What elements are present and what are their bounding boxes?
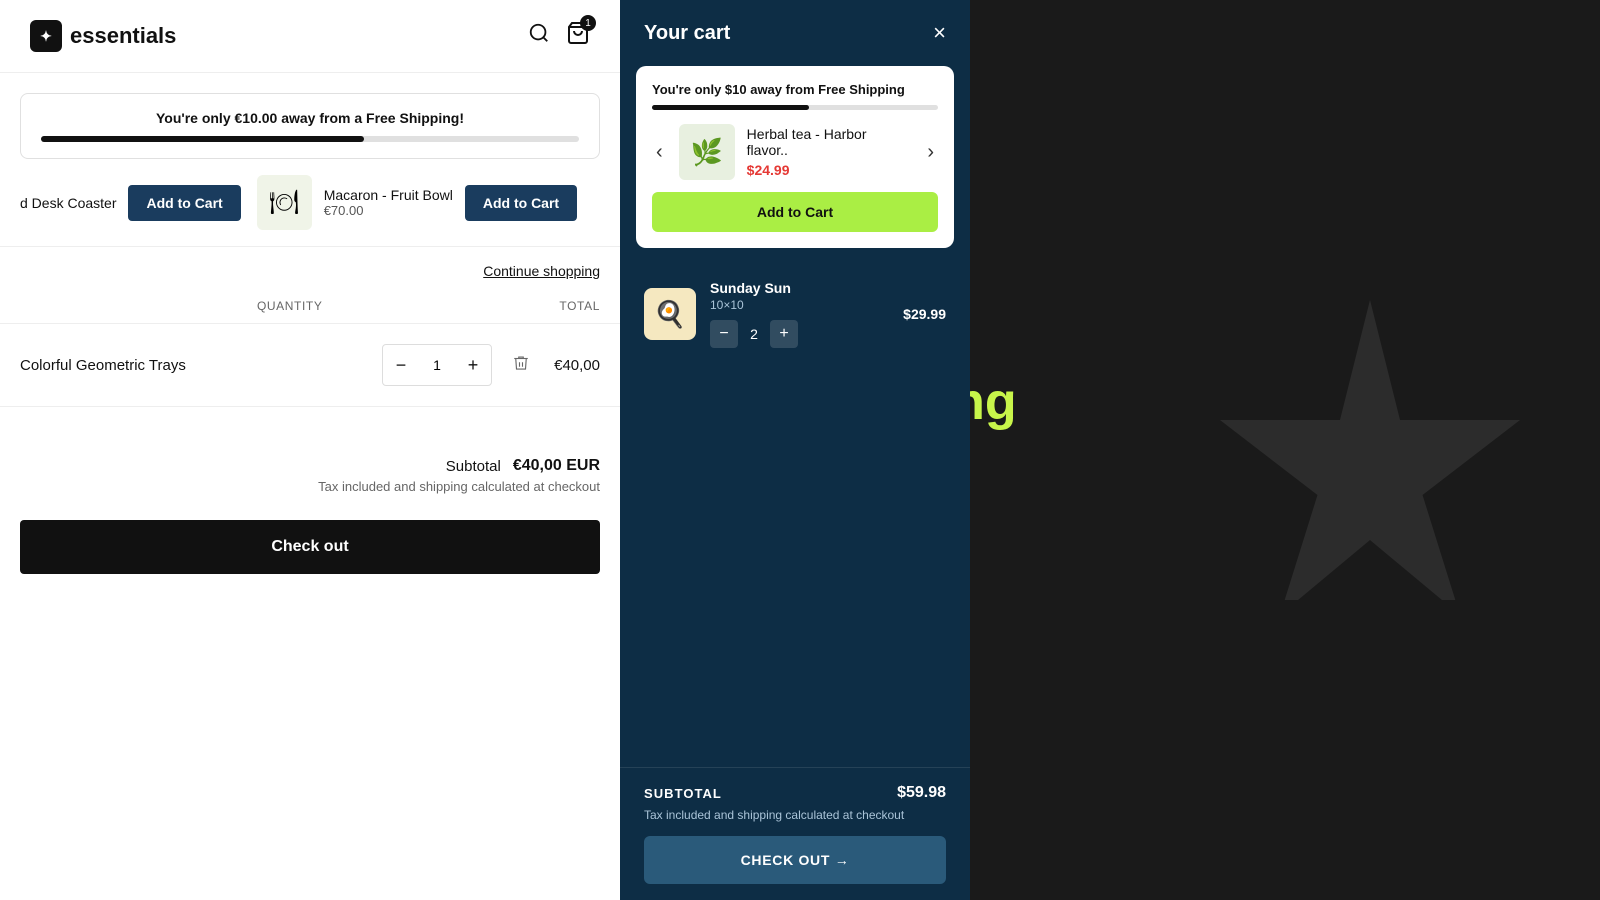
- drawer-item-variant: 10×10: [710, 298, 889, 312]
- continue-shopping-link[interactable]: Continue shopping: [483, 263, 600, 279]
- cart-button[interactable]: 1: [566, 21, 590, 51]
- shipping-progress-fill: [41, 136, 364, 142]
- store-header: ✦ essentials 1: [0, 0, 620, 73]
- cart-drawer-title: Your cart: [644, 22, 730, 45]
- checkout-button[interactable]: Check out: [20, 520, 600, 574]
- drawer-item-price: $29.99: [903, 306, 946, 322]
- cart-item-row: Colorful Geometric Trays − 1 + €40,00: [0, 324, 620, 407]
- qty-increase-btn[interactable]: +: [455, 345, 491, 385]
- drawer-subtotal-value: $59.98: [897, 784, 946, 802]
- drawer-qty-controls: − 2 +: [710, 320, 889, 348]
- free-shipping-text: You're only €10.00 away from a Free Ship…: [41, 110, 579, 126]
- cart-drawer: Your cart × You're only $10 away from Fr…: [620, 0, 970, 900]
- promo-bg-shape: [1220, 300, 1520, 600]
- cart-close-button[interactable]: ×: [933, 20, 946, 46]
- drawer-upsell-card: You're only $10 away from Free Shipping …: [636, 66, 954, 248]
- drawer-subtotal-row: SUBTOTAL $59.98: [644, 784, 946, 802]
- upsell-prev-btn[interactable]: ‹: [652, 137, 667, 168]
- drawer-shipping-text: You're only $10 away from Free Shipping: [652, 82, 938, 97]
- drawer-footer: SUBTOTAL $59.98 Tax included and shippin…: [620, 767, 970, 900]
- qty-controls: − 1 +: [382, 344, 492, 386]
- drawer-item-img: 🍳: [644, 288, 696, 340]
- upsell-item-2-price: €70.00: [324, 203, 453, 218]
- cart-item-total: €40,00: [530, 357, 600, 374]
- subtotal-label: Subtotal: [446, 458, 501, 475]
- total-header: TOTAL: [559, 299, 600, 313]
- delete-item-btn[interactable]: [512, 354, 530, 377]
- upsell-item-2: 🍽 Macaron - Fruit Bowl €70.00 Add to Car…: [257, 175, 577, 230]
- qty-decrease-btn[interactable]: −: [383, 345, 419, 385]
- drawer-checkout-button[interactable]: CHECK OUT →: [644, 836, 946, 884]
- drawer-qty-decrease[interactable]: −: [710, 320, 738, 348]
- search-button[interactable]: [528, 22, 550, 50]
- drawer-upsell-product: ‹ 🌿 Herbal tea - Harbor flavor.. $24.99 …: [652, 124, 938, 180]
- drawer-tax-note: Tax included and shipping calculated at …: [644, 808, 946, 822]
- drawer-qty-increase[interactable]: +: [770, 320, 798, 348]
- drawer-product-name: Herbal tea - Harbor flavor..: [747, 126, 912, 158]
- upsell-add-to-cart-2[interactable]: Add to Cart: [465, 185, 577, 221]
- continue-shopping-section: Continue shopping: [0, 246, 620, 289]
- drawer-progress-fill: [652, 105, 809, 110]
- store-logo: ✦ essentials: [30, 20, 176, 52]
- cart-table-header: QUANTITY TOTAL: [0, 289, 620, 324]
- upsell-next-btn[interactable]: ›: [923, 137, 938, 168]
- subtotal-row: Subtotal €40,00 EUR: [0, 437, 620, 479]
- shipping-progress-bar: [41, 136, 579, 142]
- drawer-item-name: Sunday Sun: [710, 280, 889, 296]
- drawer-qty-val: 2: [746, 326, 762, 342]
- qty-value: 1: [419, 357, 455, 373]
- header-icons: 1: [528, 21, 590, 51]
- upsell-item-1: d Desk Coaster Add to Cart: [20, 185, 241, 221]
- cart-count-badge: 1: [580, 15, 596, 31]
- logo-icon: ✦: [30, 20, 62, 52]
- cart-item-qty-section: − 1 +: [382, 344, 530, 386]
- qty-header: QUANTITY: [257, 299, 322, 313]
- upsell-row: d Desk Coaster Add to Cart 🍽 Macaron - F…: [0, 159, 620, 246]
- subtotal-section: Subtotal €40,00 EUR Tax included and shi…: [0, 407, 620, 584]
- cart-drawer-header: Your cart ×: [620, 0, 970, 66]
- store-panel: ✦ essentials 1 You're only €10.00 away f…: [0, 0, 620, 900]
- drawer-product-info: Herbal tea - Harbor flavor.. $24.99: [747, 126, 912, 178]
- tax-note: Tax included and shipping calculated at …: [0, 479, 620, 510]
- cart-item-name: Colorful Geometric Trays: [20, 357, 382, 374]
- upsell-item-2-details: Macaron - Fruit Bowl €70.00: [324, 187, 453, 218]
- drawer-subtotal-label: SUBTOTAL: [644, 786, 722, 801]
- subtotal-value: €40,00 EUR: [513, 457, 600, 475]
- upsell-add-to-cart-1[interactable]: Add to Cart: [128, 185, 240, 221]
- drawer-item-details: Sunday Sun 10×10 − 2 +: [710, 280, 889, 348]
- drawer-progress-bar: [652, 105, 938, 110]
- free-shipping-banner: You're only €10.00 away from a Free Ship…: [20, 93, 600, 159]
- upsell-item-2-img: 🍽: [257, 175, 312, 230]
- logo-text: essentials: [70, 23, 176, 49]
- drawer-product-img: 🌿: [679, 124, 735, 180]
- upsell-item-2-name: Macaron - Fruit Bowl: [324, 187, 453, 203]
- drawer-product-price: $24.99: [747, 162, 912, 178]
- drawer-cart-item: 🍳 Sunday Sun 10×10 − 2 + $29.99: [620, 264, 970, 364]
- drawer-add-to-cart-btn[interactable]: Add to Cart: [652, 192, 938, 232]
- upsell-item-1-name: d Desk Coaster: [20, 195, 116, 211]
